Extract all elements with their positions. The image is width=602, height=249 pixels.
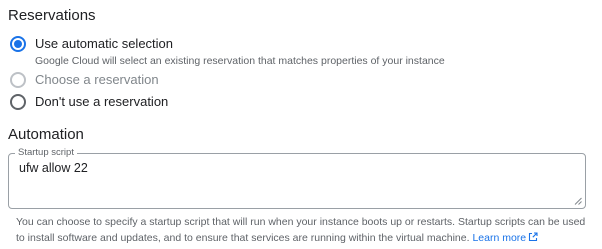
radio-label-none: Don't use a reservation xyxy=(35,94,169,109)
external-link-icon xyxy=(529,232,538,242)
automation-heading: Automation xyxy=(8,126,84,143)
radio-button-unchecked[interactable] xyxy=(10,94,26,110)
learn-more-link[interactable]: Learn more xyxy=(472,232,538,244)
radio-use-automatic-selection[interactable]: Use automatic selection Google Cloud wil… xyxy=(10,36,445,68)
startup-script-textarea[interactable]: Startup script ufw allow 22 xyxy=(8,147,586,209)
startup-script-value[interactable]: ufw allow 22 xyxy=(19,161,88,175)
radio-dont-use-reservation[interactable]: Don't use a reservation xyxy=(10,94,168,110)
radio-label-automatic: Use automatic selection xyxy=(35,36,174,51)
radio-description-automatic: Google Cloud will select an existing res… xyxy=(35,55,445,67)
radio-label-choose: Choose a reservation xyxy=(35,72,159,87)
page: Reservations Use automatic selection Goo… xyxy=(0,0,602,249)
radio-button-checked[interactable] xyxy=(10,36,26,52)
resize-handle-icon[interactable] xyxy=(574,197,582,205)
reservations-heading: Reservations xyxy=(8,7,96,24)
radio-button-disabled[interactable] xyxy=(10,72,26,88)
radio-choose-reservation[interactable]: Choose a reservation xyxy=(10,72,159,88)
startup-script-label: Startup script xyxy=(15,147,77,159)
startup-script-help: You can choose to specify a startup scri… xyxy=(16,214,586,246)
